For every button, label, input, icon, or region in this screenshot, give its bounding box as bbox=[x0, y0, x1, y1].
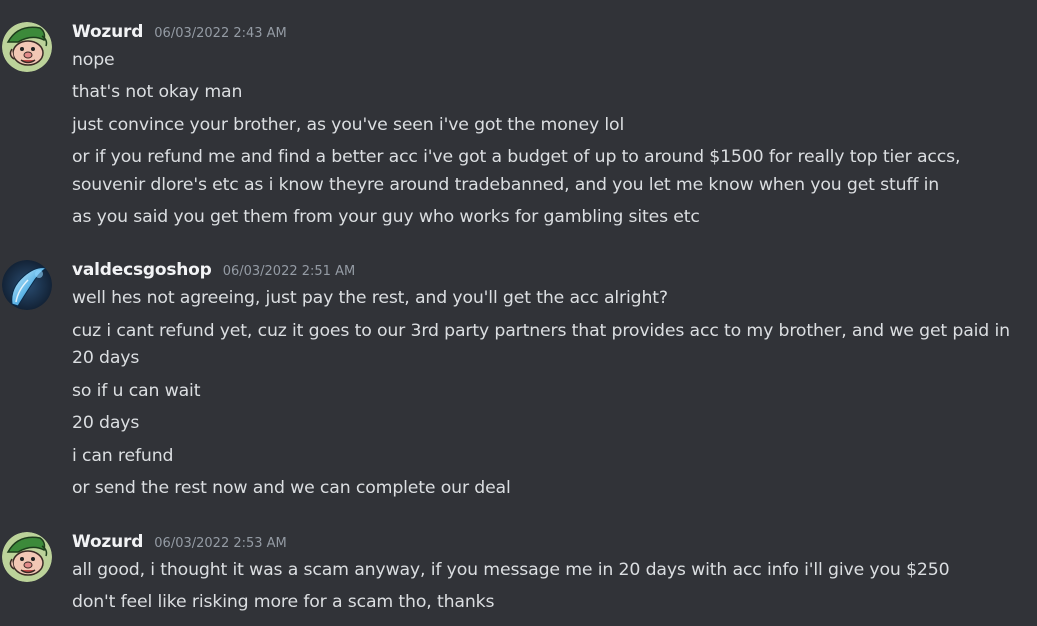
message-text: that's not okay man bbox=[72, 82, 243, 102]
author-name[interactable]: Wozurd bbox=[72, 532, 143, 552]
message-text: don't feel like risking more for a scam … bbox=[72, 592, 495, 612]
message-timestamp[interactable]: 06/03/2022 2:53 AM bbox=[154, 536, 287, 551]
avatar[interactable] bbox=[2, 260, 52, 310]
message-text: so if u can wait bbox=[72, 381, 201, 401]
message-text: or send the rest now and we can complete… bbox=[72, 478, 511, 498]
avatar[interactable] bbox=[2, 532, 52, 582]
elf-avatar-icon bbox=[2, 22, 52, 72]
message-text: 20 days bbox=[72, 413, 140, 433]
message-timestamp[interactable]: 06/03/2022 2:43 AM bbox=[154, 26, 287, 41]
message-text: just convince your brother, as you've se… bbox=[72, 115, 625, 135]
message-text: nope bbox=[72, 50, 115, 70]
message-text: well hes not agreeing, just pay the rest… bbox=[72, 288, 668, 308]
message-text: cuz i cant refund yet, cuz it goes to ou… bbox=[72, 321, 1010, 341]
message-text: souvenir dlore's etc as i know theyre ar… bbox=[72, 175, 940, 195]
message-header: valdecsgoshop 06/03/2022 2:51 AM bbox=[72, 260, 355, 282]
knife-avatar-icon bbox=[2, 260, 52, 310]
message-text: i can refund bbox=[72, 446, 174, 466]
message-header: Wozurd 06/03/2022 2:43 AM bbox=[72, 22, 287, 44]
author-name[interactable]: valdecsgoshop bbox=[72, 260, 212, 280]
message-timestamp[interactable]: 06/03/2022 2:51 AM bbox=[223, 264, 356, 279]
message-header: Wozurd 06/03/2022 2:53 AM bbox=[72, 532, 287, 554]
message-text: as you said you get them from your guy w… bbox=[72, 207, 700, 227]
message-text: 20 days bbox=[72, 348, 140, 368]
author-name[interactable]: Wozurd bbox=[72, 22, 143, 42]
message-text: or if you refund me and find a better ac… bbox=[72, 147, 961, 167]
elf-avatar-icon bbox=[2, 532, 52, 582]
avatar[interactable] bbox=[2, 22, 52, 72]
message-text: all good, i thought it was a scam anyway… bbox=[72, 560, 950, 580]
